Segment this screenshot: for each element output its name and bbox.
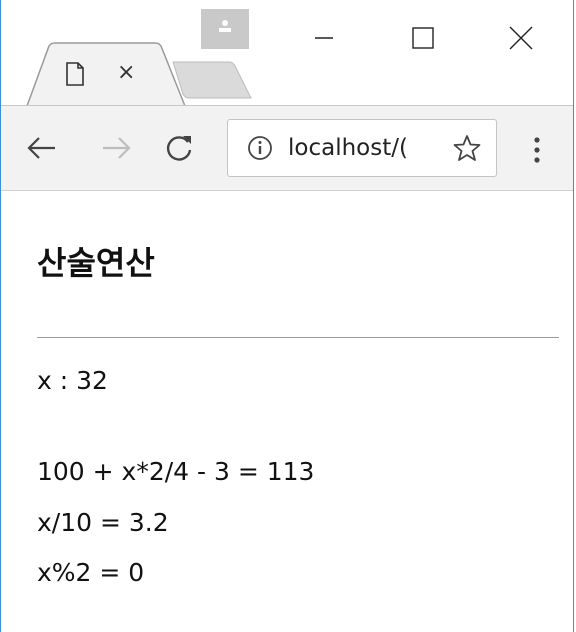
close-icon[interactable]	[501, 18, 541, 58]
browser-toolbar: localhost/(	[1, 105, 573, 191]
profile-icon[interactable]	[201, 9, 249, 49]
page-content: 산술연산 x : 32 100 + x*2/4 - 3 = 113 x/10 =…	[1, 191, 573, 632]
result-line: x/10 = 3.2	[37, 508, 169, 537]
page-icon	[66, 62, 84, 86]
horizontal-rule	[37, 337, 559, 338]
result-line: x%2 = 0	[37, 558, 145, 587]
minimize-icon[interactable]	[304, 18, 344, 58]
page-title: 산술연산	[37, 244, 155, 282]
forward-arrow-icon[interactable]	[97, 128, 137, 168]
star-icon[interactable]	[452, 133, 482, 163]
tab-close-button[interactable]: ×	[117, 60, 135, 85]
result-line: 100 + x*2/4 - 3 = 113	[37, 457, 315, 486]
browser-window: × localhost/(산술연산 x: 32 100 + x*2/4 - …	[0, 0, 574, 632]
new-tab-button[interactable]	[171, 60, 255, 100]
title-bar: ×	[1, 0, 573, 106]
reload-icon[interactable]	[159, 128, 199, 168]
maximize-icon[interactable]	[403, 18, 443, 58]
info-icon[interactable]	[246, 134, 274, 162]
address-bar[interactable]: localhost/(	[227, 119, 497, 177]
tab-active[interactable]: ×	[25, 42, 195, 106]
x-value-line: x : 32	[37, 366, 108, 395]
back-arrow-icon[interactable]	[23, 128, 63, 168]
url-text: localhost/(	[288, 135, 408, 161]
menu-icon[interactable]	[525, 130, 549, 170]
